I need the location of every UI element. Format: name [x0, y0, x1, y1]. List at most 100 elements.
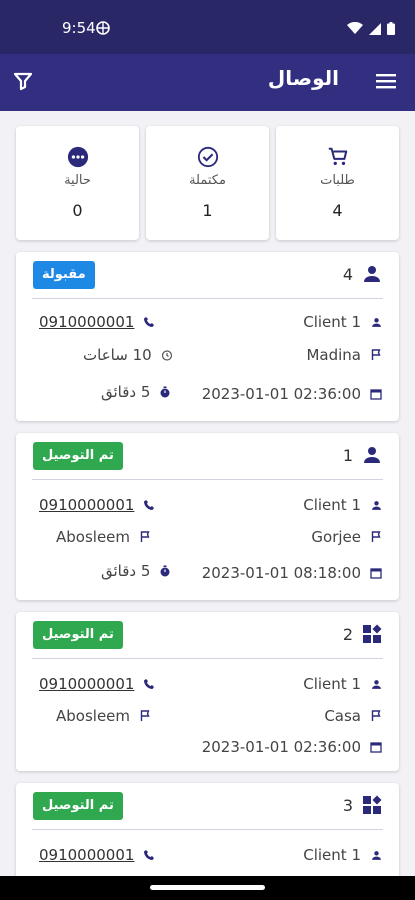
client-row: Client 1 [303, 496, 383, 514]
phone-link[interactable]: 0910000001 [39, 313, 134, 331]
filter-button[interactable] [10, 70, 36, 96]
page-title: الوصال [267, 66, 339, 90]
order-card[interactable]: تم التوصيل 2 Client 1 0910000001 Casa Ab… [16, 612, 399, 771]
phone-icon [142, 848, 156, 862]
divider [32, 658, 383, 659]
client-name: Client 1 [303, 846, 361, 864]
stat-card-completed[interactable]: مكتملة 1 [146, 126, 269, 240]
status-badge: تم التوصيل [33, 621, 123, 649]
widgets-icon [361, 623, 383, 645]
order-id: 1 [342, 446, 353, 465]
dropoff-row: Abosleem [56, 707, 152, 725]
menu-button[interactable] [373, 70, 399, 96]
eta-row: 5 دقائق [101, 383, 172, 401]
phone-link[interactable]: 0910000001 [39, 846, 134, 864]
app-bar: الوصال [0, 54, 415, 111]
person-small-icon [369, 848, 383, 862]
eta-value: 5 دقائق [101, 562, 151, 580]
phone-icon [142, 498, 156, 512]
calendar-icon [369, 566, 383, 580]
widgets-icon [361, 794, 383, 816]
pickup-row: Gorjee [311, 528, 383, 546]
datetime-row: 2023-01-01 08:18:00 [202, 564, 383, 582]
stat-label: مكتملة [189, 173, 226, 188]
eta-value: 5 دقائق [101, 383, 151, 401]
phone-icon [142, 677, 156, 691]
order-datetime: 2023-01-01 02:36:00 [201, 385, 361, 403]
phone-row[interactable]: 0910000001 [39, 675, 156, 693]
flag-icon [138, 709, 152, 723]
status-badge: تم التوصيل [33, 792, 123, 820]
flag-icon [369, 348, 383, 362]
pickup-row: Casa [324, 707, 383, 725]
status-icons [347, 20, 395, 39]
client-name: Client 1 [303, 496, 361, 514]
person-icon [361, 444, 383, 466]
duration-value: 10 ساعات [83, 346, 152, 364]
order-datetime: 2023-01-01 08:18:00 [201, 564, 361, 582]
order-id: 4 [342, 265, 353, 284]
phone-row[interactable]: 0910000001 [39, 313, 156, 331]
status-time: 9:54 [62, 19, 96, 37]
duration-row: 10 ساعات [83, 346, 174, 364]
eta-row: 5 دقائق [101, 562, 172, 580]
stat-value: 0 [72, 201, 83, 220]
phone-link[interactable]: 0910000001 [39, 496, 134, 514]
divider [32, 298, 383, 299]
order-card[interactable]: تم التوصيل 1 Client 1 0910000001 Gorjee … [16, 433, 399, 600]
divider [32, 829, 383, 830]
status-badge: مقبولة [33, 261, 95, 289]
order-id: 3 [342, 796, 353, 815]
signal-icon [369, 20, 381, 39]
client-name: Client 1 [303, 313, 361, 331]
pickup-location: Casa [324, 707, 361, 725]
menu-icon [375, 72, 397, 94]
pickup-location: Gorjee [311, 528, 361, 546]
dropoff-location: Abosleem [56, 528, 131, 546]
flag-icon [369, 709, 383, 723]
stopwatch-icon [158, 385, 172, 399]
datetime-row: 2023-01-01 02:36:00 [202, 738, 383, 756]
timer-icon [160, 348, 174, 362]
cart-icon [325, 144, 351, 170]
divider [32, 479, 383, 480]
phone-link[interactable]: 0910000001 [39, 675, 134, 693]
person-small-icon [369, 677, 383, 691]
stopwatch-icon [158, 564, 172, 578]
person-icon [361, 263, 383, 285]
client-row: Client 1 [303, 313, 383, 331]
check-circle-icon [195, 144, 221, 170]
person-small-icon [369, 315, 383, 329]
flag-icon [369, 530, 383, 544]
phone-row[interactable]: 0910000001 [39, 496, 156, 514]
client-row: Client 1 [303, 675, 383, 693]
order-datetime: 2023-01-01 02:36:00 [201, 738, 361, 756]
dropoff-row: Abosleem [56, 528, 152, 546]
stat-label: طلبات [320, 173, 355, 188]
status-bar: 9:54 [0, 0, 415, 54]
filter-icon [13, 71, 33, 95]
stat-value: 4 [332, 201, 343, 220]
person-small-icon [369, 498, 383, 512]
home-gesture-handle[interactable] [150, 885, 265, 890]
stat-value: 1 [202, 201, 213, 220]
calendar-icon [369, 387, 383, 401]
pickup-row: Madina [306, 346, 383, 364]
battery-icon [387, 20, 395, 39]
stat-label: حالية [64, 173, 91, 188]
stat-card-current[interactable]: حالية 0 [16, 126, 139, 240]
stat-card-orders[interactable]: طلبات 4 [276, 126, 399, 240]
phone-icon [142, 315, 156, 329]
vpn-icon [96, 20, 110, 39]
more-circle-icon [65, 144, 91, 170]
pickup-location: Madina [306, 346, 361, 364]
order-id: 2 [342, 625, 353, 644]
dropoff-location: Abosleem [56, 707, 131, 725]
order-card[interactable]: مقبولة 4 Client 1 0910000001 Madina 10 س… [16, 252, 399, 421]
flag-icon [138, 530, 152, 544]
client-row: Client 1 [303, 846, 383, 864]
status-badge: تم التوصيل [33, 442, 123, 470]
phone-row[interactable]: 0910000001 [39, 846, 156, 864]
calendar-icon [369, 740, 383, 754]
system-nav-bar [0, 876, 415, 900]
